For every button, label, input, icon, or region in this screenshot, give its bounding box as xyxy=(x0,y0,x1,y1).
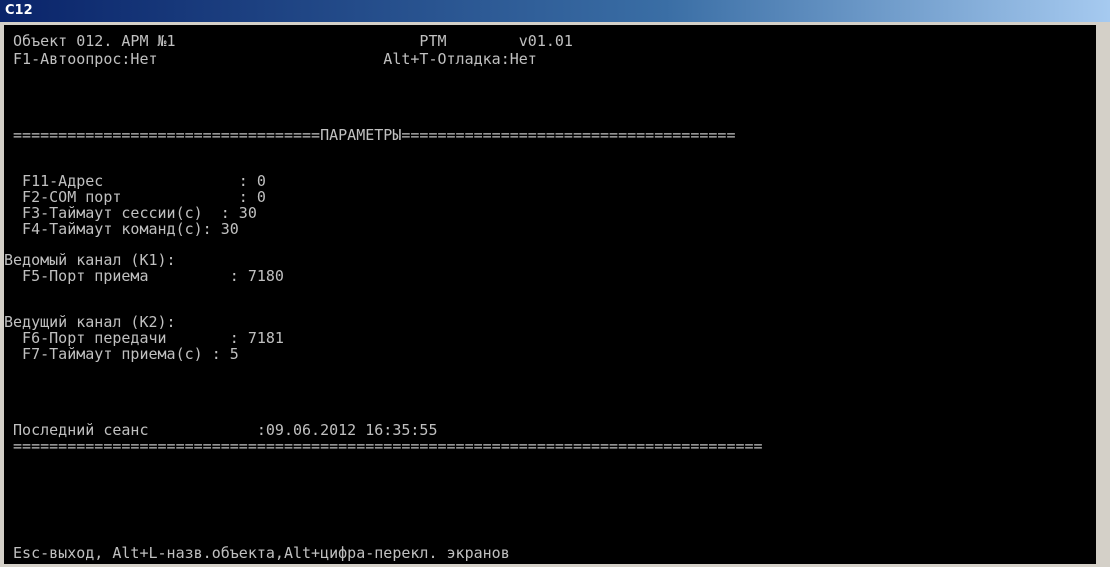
param-send-port: F6-Порт передачи : 7181 xyxy=(4,329,284,347)
header-options-line: F1-Автоопрос:Нет Alt+T-Отладка:Нет xyxy=(4,50,537,68)
master-channel-heading: Ведущий канал (К2): xyxy=(4,313,176,331)
param-receive-timeout: F7-Таймаут приема(с) : 5 xyxy=(4,345,239,363)
last-session-line: Последний сеанс :09.06.2012 16:35:55 xyxy=(4,421,438,439)
console-screen[interactable]: Объект 012. АРМ №1 РТМ v01.01 F1-Автоопр… xyxy=(4,25,1096,564)
param-command-timeout: F4-Таймаут команд(с): 30 xyxy=(4,220,239,238)
console-window: C12 Объект 012. АРМ №1 РТМ v01.01 F1-Авт… xyxy=(0,0,1110,567)
footer-hotkeys: Esc-выход, Alt+L-назв.объекта,Alt+цифра-… xyxy=(4,544,510,562)
param-session-timeout: F3-Таймаут сессии(с) : 30 xyxy=(4,204,257,222)
param-com-port: F2-COM порт : 0 xyxy=(4,188,266,206)
slave-channel-heading: Ведомый канал (К1): xyxy=(4,251,176,269)
scrollbar[interactable] xyxy=(1096,25,1110,564)
header-object-line: Объект 012. АРМ №1 РТМ v01.01 xyxy=(4,32,573,50)
window-title-bar[interactable]: C12 xyxy=(0,0,1110,22)
param-address: F11-Адрес : 0 xyxy=(4,172,266,190)
parameters-section-header: ==================================ПАРАМЕ… xyxy=(4,126,736,144)
window-title: C12 xyxy=(5,3,33,18)
bottom-divider: ========================================… xyxy=(4,437,763,455)
param-receive-port: F5-Порт приема : 7180 xyxy=(4,267,284,285)
